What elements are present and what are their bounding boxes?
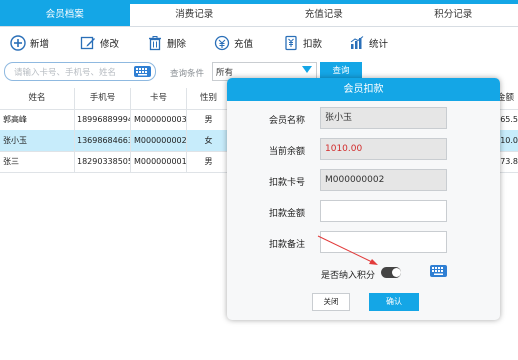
- annotation-arrow: [317, 235, 378, 265]
